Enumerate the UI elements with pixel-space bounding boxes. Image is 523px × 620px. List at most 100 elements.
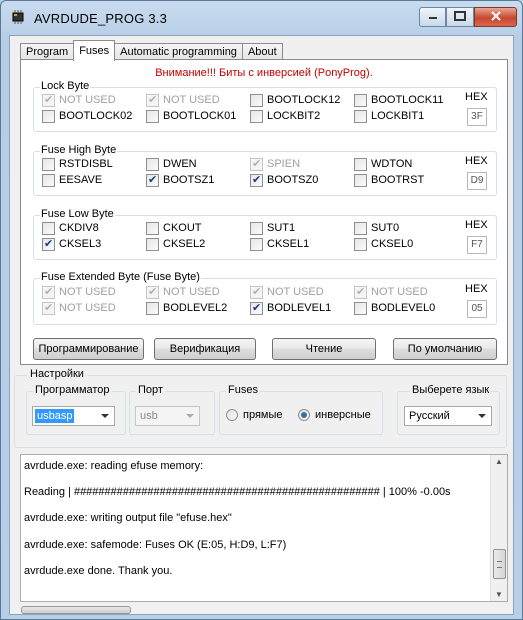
fuse-bit-label: EESAVE (59, 174, 103, 186)
fuse-bit-label: NOT USED (267, 286, 324, 298)
programmer-select[interactable]: usbasp (32, 406, 115, 426)
fuse-bit-label: RSTDISBL (59, 158, 113, 170)
fuse-bit-label: NOT USED (59, 302, 116, 314)
checkbox-empty-icon (250, 93, 263, 107)
checkbox-empty-icon (354, 157, 367, 171)
fuse-bit-checkbox[interactable]: BOOTSZ0 (250, 173, 318, 187)
hex-value: D9 (467, 172, 487, 190)
fuse-bit-checkbox[interactable]: SUT1 (250, 221, 295, 235)
default-button[interactable]: По умолчанию (393, 338, 497, 360)
log-horizontal-scrollbar[interactable] (20, 605, 508, 614)
fuse-bit-label: SUT0 (371, 222, 400, 234)
fuse-bit-label: BOOTLOCK11 (371, 94, 444, 106)
fuse-bit-checkbox[interactable]: CKSEL2 (146, 237, 205, 251)
language-group: Выберете язык Русский (397, 384, 500, 435)
fuse-bit-checkbox[interactable]: CKOUT (146, 221, 202, 235)
checkbox-empty-icon (250, 237, 263, 251)
fuse-bit-checkbox[interactable]: BODLEVEL1 (250, 301, 331, 315)
checkbox-checked-icon (42, 93, 55, 107)
fuse-bit-label: NOT USED (59, 286, 116, 298)
language-value: Русский (409, 410, 450, 422)
scrollbar-thumb[interactable] (493, 549, 506, 579)
chevron-down-icon (182, 409, 197, 423)
fuse-bit-checkbox[interactable]: BOOTLOCK02 (42, 109, 132, 123)
verify-button[interactable]: Верификация (154, 338, 256, 360)
log-vertical-scrollbar[interactable]: ▲ ▼ (490, 455, 507, 601)
read-button[interactable]: Чтение (272, 338, 376, 360)
fuse-bit-label: NOT USED (59, 94, 116, 106)
port-value: usb (140, 410, 158, 422)
fuse-bit-label: BODLEVEL1 (267, 302, 332, 314)
language-select[interactable]: Русский (404, 406, 492, 426)
group-title: Fuse Extended Byte (Fuse Byte) (40, 271, 201, 283)
fuse-bit-checkbox[interactable]: RSTDISBL (42, 157, 113, 171)
fuse-bit-label: BOOTRST (371, 174, 425, 186)
checkbox-empty-icon (354, 237, 367, 251)
programmer-group: Программатор usbasp (26, 384, 126, 435)
fuse-bit-label: BOOTSZ0 (267, 174, 319, 186)
fuse-bit-checkbox[interactable]: BOOTLOCK11 (354, 93, 444, 107)
title-bar[interactable]: AVRDUDE_PROG 3.3 (1, 1, 522, 35)
fuse-bit-label: BODLEVEL0 (371, 302, 436, 314)
fuse-bit-checkbox[interactable]: DWEN (146, 157, 197, 171)
close-button[interactable] (474, 7, 517, 27)
fuse-bit-label: CKSEL2 (163, 238, 206, 250)
fuse-bit-checkbox[interactable]: BODLEVEL0 (354, 301, 435, 315)
checkbox-empty-icon (250, 109, 263, 123)
fuse-bit-checkbox[interactable]: BOOTRST (354, 173, 424, 187)
checkbox-empty-icon (146, 237, 159, 251)
fuse-bit-checkbox[interactable]: BOOTLOCK12 (250, 93, 340, 107)
tab-fuses[interactable]: Fuses (73, 40, 116, 61)
fuse-bit-checkbox[interactable]: WDTON (354, 157, 412, 171)
maximize-button[interactable] (446, 7, 474, 27)
scrollbar-thumb[interactable] (21, 606, 131, 614)
fuse-bit-checkbox[interactable]: CKSEL0 (354, 237, 413, 251)
fuses-panel: Внимание!!! Биты с инверсией (PonyProg).… (20, 59, 508, 365)
fuse-bit-checkbox[interactable]: CKSEL3 (42, 237, 101, 251)
log-output[interactable]: avrdude.exe: reading efuse memory: Readi… (20, 454, 508, 602)
minimize-button[interactable] (419, 7, 446, 27)
checkbox-checked-icon (42, 285, 55, 299)
scroll-up-icon[interactable]: ▲ (495, 457, 503, 466)
programmer-value: usbasp (35, 409, 75, 423)
fuse-bit-checkbox[interactable]: CKSEL1 (250, 237, 309, 251)
inversion-warning: Внимание!!! Биты с инверсией (PonyProg). (155, 67, 373, 79)
hex-value: 3F (467, 108, 487, 126)
port-group: Порт usb (129, 384, 215, 435)
chevron-down-icon (474, 409, 489, 423)
fuse-bit-label: SUT1 (267, 222, 296, 234)
hex-value: F7 (467, 236, 487, 254)
checkbox-empty-icon (42, 221, 55, 235)
program-button[interactable]: Программирование (33, 338, 144, 360)
fuse-bit-checkbox[interactable]: LOCKBIT1 (354, 109, 424, 123)
fuse-bit-checkbox[interactable]: BODLEVEL2 (146, 301, 227, 315)
maximize-icon (454, 10, 466, 24)
fuses-inverse-radio[interactable]: инверсные (298, 409, 371, 421)
fuse-bit-checkbox[interactable]: LOCKBIT2 (250, 109, 320, 123)
fuse-bit-label: BODLEVEL2 (163, 302, 228, 314)
fuse-bit-label: BOOTLOCK12 (267, 94, 341, 106)
group-title: Fuse High Byte (40, 144, 118, 156)
fuse-bit-checkbox[interactable]: SUT0 (354, 221, 399, 235)
hex-value: 05 (467, 300, 487, 318)
log-line: Reading | ##############################… (24, 486, 451, 498)
fuses-direct-radio[interactable]: прямые (226, 409, 283, 421)
fuse-bit-checkbox[interactable]: BOOTSZ1 (146, 173, 214, 187)
fuse-bit-checkbox[interactable]: EESAVE (42, 173, 102, 187)
fuse-bit-checkbox[interactable]: CKDIV8 (42, 221, 99, 235)
checkbox-checked-icon (146, 173, 159, 187)
radio-button (226, 409, 238, 421)
window-title: AVRDUDE_PROG 3.3 (34, 11, 167, 26)
fuse-bit-label: DWEN (163, 158, 197, 170)
port-select[interactable]: usb (135, 406, 200, 426)
fuse-bit-checkbox[interactable]: BOOTLOCK01 (146, 109, 236, 123)
fuse-bit-checkbox: NOT USED (42, 93, 116, 107)
checkbox-empty-icon (42, 173, 55, 187)
checkbox-empty-icon (354, 93, 367, 107)
scroll-down-icon[interactable]: ▼ (495, 590, 503, 599)
log-line: avrdude.exe: safemode: Fuses OK (E:05, H… (24, 539, 287, 551)
chip-icon (10, 10, 26, 24)
checkbox-checked-icon (146, 93, 159, 107)
fuse-bit-label: NOT USED (371, 286, 428, 298)
chevron-down-icon (97, 409, 112, 423)
